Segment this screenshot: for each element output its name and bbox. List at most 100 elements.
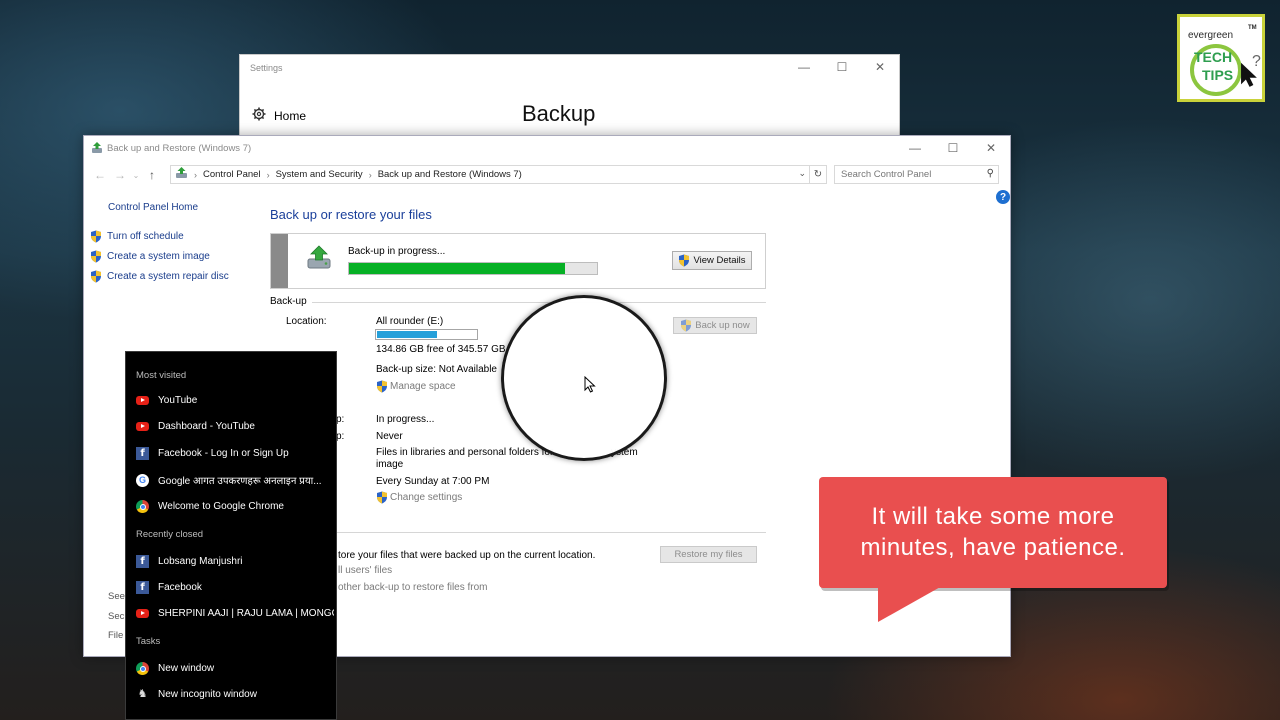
jump-list-item-label: New window [158, 663, 215, 674]
view-details-button[interactable]: View Details [672, 251, 752, 270]
sidebar-item-create-repair-disc[interactable]: Create a system repair disc [90, 270, 229, 283]
youtube-icon [136, 609, 149, 618]
jump-list-item[interactable]: f Lobsang Manjushri [136, 555, 334, 568]
schedule-value: Every Sunday at 7:00 PM [376, 476, 490, 487]
breadcrumb-separator: › [368, 169, 372, 180]
chrome-icon [136, 662, 149, 675]
see-also-label: See [108, 591, 125, 602]
contents-text-line2: image [376, 459, 404, 470]
uac-shield-icon [91, 270, 101, 283]
back-arrow-icon[interactable]: ← [90, 165, 110, 185]
callout-line-1: It will take some more [871, 503, 1115, 530]
jump-list-item[interactable]: G Google आगत उपकरणहरू अनलाइन प्रया... [136, 473, 334, 487]
jump-list-item-label: Facebook - Log In or Sign Up [158, 448, 289, 459]
up-arrow-icon[interactable]: ↑ [142, 165, 162, 185]
zoom-magnifier [501, 295, 667, 461]
jump-list-item-label: SHERPINI AAJI | RAJU LAMA | MONGO... [158, 608, 334, 619]
close-button[interactable]: ✕ [861, 55, 899, 79]
forward-arrow-icon[interactable]: → [110, 165, 130, 185]
search-placeholder: Search Control Panel [841, 169, 932, 180]
settings-window-title: Settings [250, 63, 283, 73]
restore-all-users-link[interactable]: ll users' files [338, 565, 392, 576]
window-controls: — ☐ ✕ [896, 136, 1010, 160]
manage-space-label: Manage space [390, 381, 456, 392]
jump-list-item-label: Facebook [158, 582, 202, 593]
jump-list-item[interactable]: SHERPINI AAJI | RAJU LAMA | MONGO... [136, 608, 334, 619]
search-input[interactable]: Search Control Panel ⚲ [834, 165, 999, 184]
facebook-icon: f [136, 555, 149, 568]
callout-tail [878, 586, 942, 622]
facebook-icon: f [136, 447, 149, 460]
sidebar-item-turn-off-schedule[interactable]: Turn off schedule [90, 230, 184, 243]
maximize-button[interactable]: ☐ [934, 136, 972, 160]
restore-description: tore your files that were backed up on t… [338, 550, 596, 561]
control-panel-home-link[interactable]: Control Panel Home [108, 202, 198, 213]
jump-list-item-label: YouTube [158, 395, 198, 406]
file-history-link[interactable]: File [108, 630, 123, 641]
next-backup-value: In progress... [376, 414, 435, 425]
logo-line-1: TECH [1194, 49, 1233, 65]
help-icon[interactable]: ? [996, 190, 1010, 204]
channel-logo: evergreen TM TECH TIPS ? [1177, 14, 1265, 102]
youtube-icon [136, 396, 149, 405]
backup-progress-fill [349, 263, 565, 274]
search-icon: ⚲ [986, 168, 994, 179]
breadcrumb-control-panel[interactable]: Control Panel [203, 169, 261, 180]
settings-home-label: Home [274, 108, 307, 123]
jump-list-item[interactable]: YouTube [136, 395, 334, 406]
jump-list-item[interactable]: Dashboard - YouTube [136, 421, 334, 432]
sidebar-item-label: Turn off schedule [107, 231, 184, 242]
close-button[interactable]: ✕ [972, 136, 1010, 160]
backup-app-icon [90, 141, 104, 155]
most-visited-header: Most visited [136, 370, 187, 381]
contents-text: Files in libraries and personal folders … [376, 447, 554, 458]
minimize-button[interactable]: — [785, 55, 823, 79]
settings-window-controls: — ☐ ✕ [785, 55, 899, 79]
refresh-icon[interactable]: ↻ [810, 165, 827, 184]
sidebar-item-create-system-image[interactable]: Create a system image [90, 250, 210, 263]
logo-trademark: TM [1248, 25, 1257, 31]
page-title: Back up or restore your files [270, 207, 432, 222]
maximize-button[interactable]: ☐ [823, 55, 861, 79]
back-up-now-button[interactable]: Back up now [673, 317, 757, 334]
manage-space-link[interactable]: Manage space [376, 380, 456, 393]
backup-progress-bar [348, 262, 598, 275]
select-other-backup-link[interactable]: other back-up to restore files from [338, 582, 488, 593]
jump-list-item[interactable]: Welcome to Google Chrome [136, 500, 334, 513]
progress-panel-accent [271, 234, 288, 288]
recent-locations-chevron-icon[interactable]: ⌄ [130, 165, 142, 185]
change-settings-link[interactable]: Change settings [376, 491, 462, 504]
breadcrumb-backup-restore[interactable]: Back up and Restore (Windows 7) [378, 169, 522, 180]
jump-list-task[interactable]: ♞ New incognito window [136, 688, 334, 701]
jump-list-item-label: Google आगत उपकरणहरू अनलाइन प्रया... [158, 476, 322, 487]
backup-section-heading: Back-up [270, 296, 307, 307]
restore-my-files-button[interactable]: Restore my files [660, 546, 757, 563]
settings-window: Settings — ☐ ✕ Home Backup [239, 54, 900, 144]
jump-list-item[interactable]: f Facebook - Log In or Sign Up [136, 447, 334, 460]
breadcrumb-system-security[interactable]: System and Security [276, 169, 363, 180]
address-dropdown-chevron-icon[interactable]: ⌄ [798, 168, 806, 179]
disk-free-text: 134.86 GB free of 345.57 GB [376, 344, 506, 355]
restore-my-files-label: Restore my files [674, 549, 743, 560]
jump-list-item-label: Dashboard - YouTube [158, 421, 255, 432]
uac-shield-icon [679, 254, 690, 267]
settings-page-title: Backup [522, 101, 596, 126]
progress-status-text: Back-up in progress... [348, 246, 446, 257]
location-value: All rounder (E:) [376, 316, 444, 327]
breadcrumb-separator: › [194, 169, 197, 180]
disk-usage-bar [375, 329, 478, 340]
jump-list-item[interactable]: f Facebook [136, 581, 334, 594]
logo-line-2: TIPS [1202, 67, 1234, 83]
disk-usage-fill [377, 331, 438, 338]
backup-size-text: Back-up size: Not Available [376, 364, 497, 375]
chrome-icon [136, 500, 149, 513]
jump-list-task[interactable]: New window [136, 662, 334, 675]
google-icon: G [136, 473, 149, 487]
settings-home-link[interactable]: Home [252, 107, 306, 124]
tasks-header: Tasks [136, 636, 161, 647]
address-bar[interactable]: › Control Panel › System and Security › … [170, 165, 810, 184]
last-backup-label: p: [336, 431, 345, 442]
minimize-button[interactable]: — [896, 136, 934, 160]
facebook-icon: f [136, 581, 149, 594]
gear-icon [252, 107, 266, 124]
